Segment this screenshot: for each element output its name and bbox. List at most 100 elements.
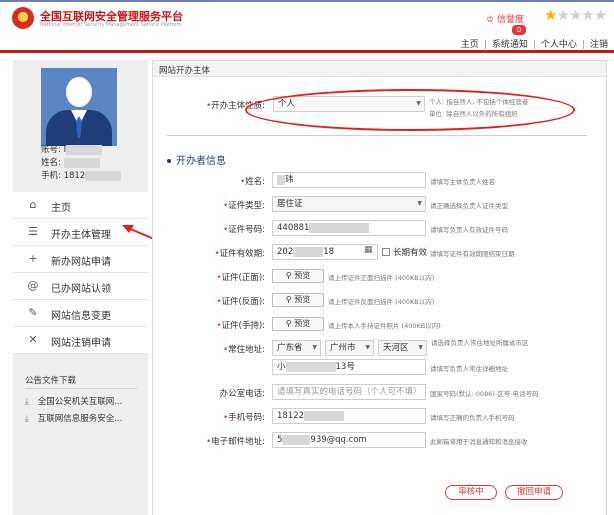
credit-icon: ♔ [486,15,495,25]
nav-personal-center-link[interactable]: 个人中心 [541,40,577,50]
account-name: 姓名: [41,156,100,168]
site-subtitle: National Internet Security Management Se… [40,22,182,28]
id-number-label: •证件号码: [223,225,265,235]
sidebar-item-label: 已办网站认领 [51,284,111,295]
credit-label-text: 信誉度 [496,15,524,25]
chevron-down-icon: ▼ [417,200,422,207]
id-type-select[interactable]: 居住证 ▼ [272,196,426,212]
id-validity-label: •证件有效期: [214,249,265,259]
download-icon: ⤓ [25,414,29,424]
list-icon: ☰ [28,225,38,238]
sidebar-item-claim-site[interactable]: @ 已办网站认领 [13,273,148,300]
sidebar-item-site-cancel[interactable]: ✕ 网站注销申请 [13,327,148,354]
id-front-label: •证件(正面): [216,273,265,283]
chevron-down-icon: ▼ [418,344,423,351]
plus-icon: + [28,252,38,265]
office-phone-hint: 国家号码(默认: 0086)-区号-电话号码 [430,390,539,398]
nav-home-link[interactable]: 主页 [461,40,479,50]
sidebar-item-label: 新办网站申请 [51,257,111,268]
calendar-icon[interactable]: ▦ [364,245,373,255]
email-hint: 此邮箱将用于消息通知和消息接收 [430,438,528,446]
id-validity-input[interactable]: 202 18 [272,244,378,260]
panel-title: 网站开办主体 [159,66,211,76]
email-input[interactable]: 5 939@qq.com [272,432,426,448]
id-validity-hint: 请填写证件有效期限结束日期 [430,250,515,258]
name-input[interactable]: 玮 [272,172,426,188]
address-detail-hint: 请填写负责人常住详细地址 [430,365,508,373]
notification-badge: 0 [512,25,526,35]
sidebar: 账号: I 姓名: 手机: 1812 ⌂ 主页 ☰ 开办主体管理 + 新办网站申… [13,60,148,515]
id-number-input[interactable]: 440881 [272,220,426,236]
office-phone-input[interactable]: 请填写真实的电话号码（个人可不填） [272,384,426,400]
nav-logout-link[interactable]: 注销 [590,40,608,50]
at-icon: @ [27,279,39,292]
police-emblem-icon [12,7,34,29]
nav-notifications-link[interactable]: 系统通知 [492,40,528,50]
search-icon: ⚲ [285,271,292,280]
search-icon: ⚲ [285,295,292,304]
public-doc-link[interactable]: ⤓ 全国公安机关互联网... [25,395,122,407]
avatar [41,68,117,146]
annotation-highlight [245,89,575,131]
section-divider [167,135,587,136]
long-term-checkbox[interactable] [382,248,390,256]
email-label: •电子邮件地址: [206,437,265,447]
id-back-hint: 请上传证件反面扫描件 (400KB以内) [328,298,435,306]
name-label: •姓名: [240,177,265,187]
public-doc-link[interactable]: ⤓ 互联网信息服务安全... [25,412,122,424]
id-front-hint: 请上传证件正面扫描件 (400KB以内) [328,274,435,282]
star-empty-icon: ★ [581,6,594,24]
star-empty-icon: ★ [568,6,582,24]
public-docs-title: 公告文件下载 [25,376,77,386]
section-title: 开办者信息 [167,152,226,167]
mobile-label: •手机号码: [223,413,265,423]
header: 全国互联网安全管理服务平台 National Internet Security… [0,0,614,50]
sidebar-item-site-change[interactable]: ✎ 网站信息变更 [13,300,148,327]
star-empty-icon: ★ [593,6,607,24]
main-panel: 网站开办主体 •开办主体性质: 个人 ▼ 个人: 指自然人, 不包括个体经营者 单… [152,60,607,515]
star-filled-icon: ★ [544,6,557,24]
download-icon: ⤓ [25,397,29,407]
home-icon: ⌂ [29,198,37,211]
province-select[interactable]: 广东省 ▼ [272,340,321,356]
address-label: •常住地址: [223,345,265,355]
long-term-label: 长期有效 [393,248,428,258]
panel-header: 网站开办主体 [153,61,606,77]
mobile-hint: 请填写正确的负责人手机号码 [430,414,515,422]
sidebar-item-label: 网站注销申请 [51,338,111,349]
address-detail-input[interactable]: 小 13号 [272,359,426,375]
sidebar-item-label: 开办主体管理 [51,230,111,241]
account-id: 账号: I [41,143,103,155]
mobile-input[interactable]: 18122 [272,408,426,424]
public-docs-divider [25,388,137,389]
chevron-down-icon: ▼ [312,344,317,351]
id-handheld-preview-button[interactable]: ⚲ 预览 [272,317,324,331]
close-icon: ✕ [28,333,38,346]
id-handheld-label: •证件(手持): [216,321,265,331]
id-type-hint: 请正确选择负责人证件类型 [430,202,508,210]
credit-label: ♔ 信誉度 [486,12,524,25]
star-empty-icon: ★ [556,6,569,24]
edit-icon: ✎ [28,306,38,319]
id-front-preview-button[interactable]: ⚲ 预览 [272,269,324,283]
account-phone: 手机: 1812 [41,169,122,181]
id-type-label: •证件类型: [223,201,265,211]
id-number-hint: 请填写负责人有效证件号码 [430,226,508,234]
credit-rating-stars: ★★★★★ [544,6,607,24]
id-back-label: •证件(反面): [216,297,265,307]
top-nav: 主页 | 系统通知 | 个人中心 | 注销 [460,40,608,50]
city-select[interactable]: 广州市 ▼ [325,340,374,356]
sidebar-item-home[interactable]: ⌂ 主页 [13,192,148,219]
name-hint: 请填写主体负责人姓名 [430,178,495,186]
id-handheld-hint: 请上传本人手持证件照片 (400KB以内) [328,322,441,330]
district-select[interactable]: 天河区 ▼ [378,340,427,356]
address-hint: 请选择负责人常住地址所属省市区 [431,339,529,347]
header-divider [0,50,614,53]
review-status-button[interactable]: 审核中 [445,485,497,500]
id-back-preview-button[interactable]: ⚲ 预览 [272,293,324,307]
top-accent-line [0,0,614,2]
sidebar-item-label: 网站信息变更 [51,311,111,322]
office-phone-label: 办公室电话: [219,389,265,399]
withdraw-application-button[interactable]: 撤回申请 [505,485,563,500]
search-icon: ⚲ [285,319,292,328]
